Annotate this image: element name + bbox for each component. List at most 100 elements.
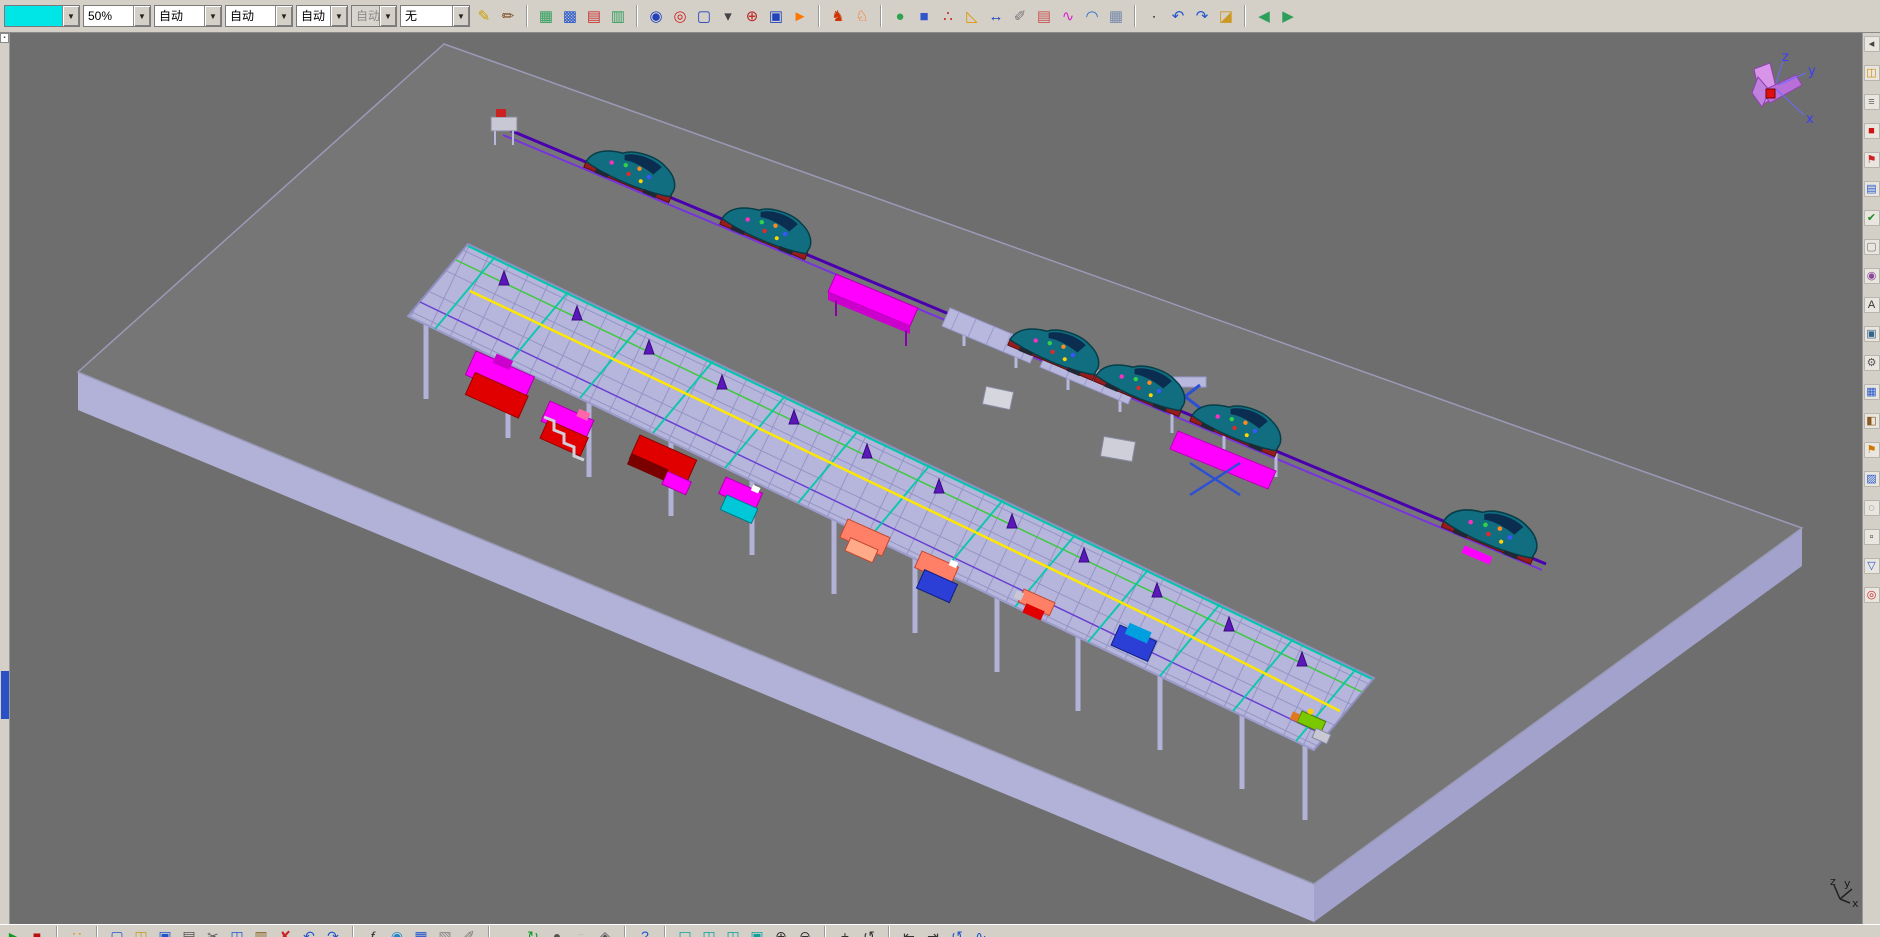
new-file-icon[interactable]: ▢ (107, 926, 127, 937)
undo-icon[interactable]: ↶ (1167, 5, 1189, 27)
active-color-combobox[interactable]: ▼ (4, 5, 80, 27)
shaded-display-icon[interactable]: ▩ (559, 5, 581, 27)
text-tool-icon[interactable]: A (1864, 297, 1880, 313)
pan-icon[interactable]: + (835, 926, 855, 937)
rotate-icon[interactable]: ↻ (523, 926, 543, 937)
cube-icon[interactable]: ■ (913, 5, 935, 27)
robot-jog-icon[interactable]: ♘ (851, 5, 873, 27)
chevron-down-icon[interactable]: ▼ (133, 6, 150, 26)
curve-icon[interactable]: ◠ (1081, 5, 1103, 27)
cut-icon[interactable]: ✂ (203, 926, 223, 937)
chart-icon[interactable]: ▦ (1864, 384, 1880, 400)
doc-icon[interactable]: ▢ (1864, 239, 1880, 255)
filter-icon[interactable]: ▽ (1864, 558, 1880, 574)
iso-view-icon[interactable]: ◈ (595, 926, 615, 937)
front-view-icon[interactable]: ◒ (571, 926, 591, 937)
check-icon[interactable]: ✔ (1864, 210, 1880, 226)
chevron-down-icon[interactable]: ▼ (330, 6, 347, 26)
prev-view-icon[interactable]: ◀ (1253, 5, 1275, 27)
zoom-out-icon[interactable]: ⊖ (795, 926, 815, 937)
entity-display-icon[interactable]: ▦ (535, 5, 557, 27)
attach-icon[interactable]: ✐ (1009, 5, 1031, 27)
point-icon[interactable]: ∙ (1143, 5, 1165, 27)
flag-icon[interactable]: ⚑ (1864, 442, 1880, 458)
top-view-icon[interactable]: ◓ (547, 926, 567, 937)
left-scroll-thumb[interactable] (1, 671, 9, 719)
window-new-icon[interactable]: ◳ (723, 926, 743, 937)
knife-icon[interactable]: ✎ (473, 5, 495, 27)
world-icon[interactable]: ◫ (1864, 65, 1880, 81)
chevron-down-icon[interactable]: ▼ (275, 6, 292, 26)
function-icon[interactable]: ƒ (363, 926, 383, 937)
flight-icon[interactable]: ► (789, 5, 811, 27)
redo-icon[interactable]: ↷ (1191, 5, 1213, 27)
camera-icon[interactable]: ▣ (1864, 326, 1880, 342)
play-icon[interactable]: ► (3, 926, 23, 937)
grid-icon[interactable]: ▦ (1105, 5, 1127, 27)
dimension-icon[interactable]: ↔ (985, 5, 1007, 27)
note-icon[interactable]: ▤ (1033, 5, 1055, 27)
translate-icon[interactable]: ↔ (499, 926, 519, 937)
measure-icon[interactable]: ◺ (961, 5, 983, 27)
left-scrollbar[interactable]: ▪ (0, 33, 10, 924)
update-mode-combobox[interactable]: 自动 ▼ (154, 5, 222, 27)
attach-icon[interactable]: ✐ (459, 926, 479, 937)
delete-icon[interactable]: ✘ (275, 926, 295, 937)
redo-icon[interactable]: ↷ (323, 926, 343, 937)
stamp-icon[interactable]: ◉ (1864, 268, 1880, 284)
blue-doc-icon[interactable]: ▤ (1864, 181, 1880, 197)
select-dropdown-icon[interactable]: ▾ (717, 5, 739, 27)
zoom-in-icon[interactable]: ⊕ (771, 926, 791, 937)
search-icon[interactable]: ◎ (1864, 587, 1880, 603)
eraser-icon[interactable]: ◪ (1215, 5, 1237, 27)
snapshot-icon[interactable]: ▫ (1864, 529, 1880, 545)
section-icon[interactable]: ∿ (1057, 5, 1079, 27)
stop-icon[interactable]: ■ (27, 926, 47, 937)
chevron-down-icon[interactable]: ▼ (204, 6, 221, 26)
crosshair-icon[interactable]: ⊕ (741, 5, 763, 27)
gear-icon[interactable]: ⚙ (1864, 355, 1880, 371)
chevron-down-icon[interactable]: ▼ (62, 6, 79, 26)
next-view-icon[interactable]: ▶ (1277, 5, 1299, 27)
first-icon[interactable]: ⇤ (899, 926, 919, 937)
points-icon[interactable]: ∴ (937, 5, 959, 27)
last-icon[interactable]: ⇥ (923, 926, 943, 937)
refresh-icon[interactable]: ↺ (947, 926, 967, 937)
sphere-icon[interactable]: ● (889, 5, 911, 27)
help-icon[interactable]: ? (635, 926, 655, 937)
paste-icon[interactable]: ▥ (251, 926, 271, 937)
line-style-combobox[interactable]: 无 ▼ (400, 5, 470, 27)
snap-mode-combobox[interactable]: 自动 ▼ (296, 5, 348, 27)
robot-icon[interactable]: ♞ (827, 5, 849, 27)
table-icon[interactable]: ▦ (411, 926, 431, 937)
window-cascade-icon[interactable]: ◱ (675, 926, 695, 937)
report-icon[interactable]: ▥ (607, 5, 629, 27)
sheet-icon[interactable]: ▤ (583, 5, 605, 27)
snap-grid-icon[interactable]: ∷ (67, 926, 87, 937)
print-icon[interactable]: ▤ (179, 926, 199, 937)
binoculars-icon[interactable]: ◉ (645, 5, 667, 27)
render-mode-combobox[interactable]: 自动 ▼ (225, 5, 293, 27)
info-icon[interactable]: ◉ (387, 926, 407, 937)
clip-icon[interactable]: ◧ (1864, 413, 1880, 429)
panel-toggle-button[interactable]: ◂ (1864, 36, 1880, 52)
wave-icon[interactable]: ∿ (971, 926, 991, 937)
window-tile-icon[interactable]: ◰ (699, 926, 719, 937)
fit-view-icon[interactable]: ▣ (747, 926, 767, 937)
zoom-level-combobox[interactable]: 50% ▼ (83, 5, 151, 27)
open-file-icon[interactable]: ◳ (131, 926, 151, 937)
tree-icon[interactable]: ≡ (1864, 94, 1880, 110)
save-file-icon[interactable]: ▣ (155, 926, 175, 937)
undo-icon[interactable]: ↶ (299, 926, 319, 937)
red-box-icon[interactable]: ■ (1864, 123, 1880, 139)
notes-icon[interactable]: ▧ (435, 926, 455, 937)
window-select-icon[interactable]: ▢ (693, 5, 715, 27)
viewport-3d[interactable]: z y x z y x (10, 33, 1862, 924)
chevron-down-icon[interactable]: ▼ (452, 6, 469, 26)
copy-icon[interactable]: ◫ (227, 926, 247, 937)
pin-icon[interactable]: ◌ (1864, 500, 1880, 516)
left-scroll-button[interactable]: ▪ (0, 33, 9, 43)
zoom-window-icon[interactable]: ▣ (765, 5, 787, 27)
brush-icon[interactable]: ✏ (497, 5, 519, 27)
layers-icon[interactable]: ▨ (1864, 471, 1880, 487)
